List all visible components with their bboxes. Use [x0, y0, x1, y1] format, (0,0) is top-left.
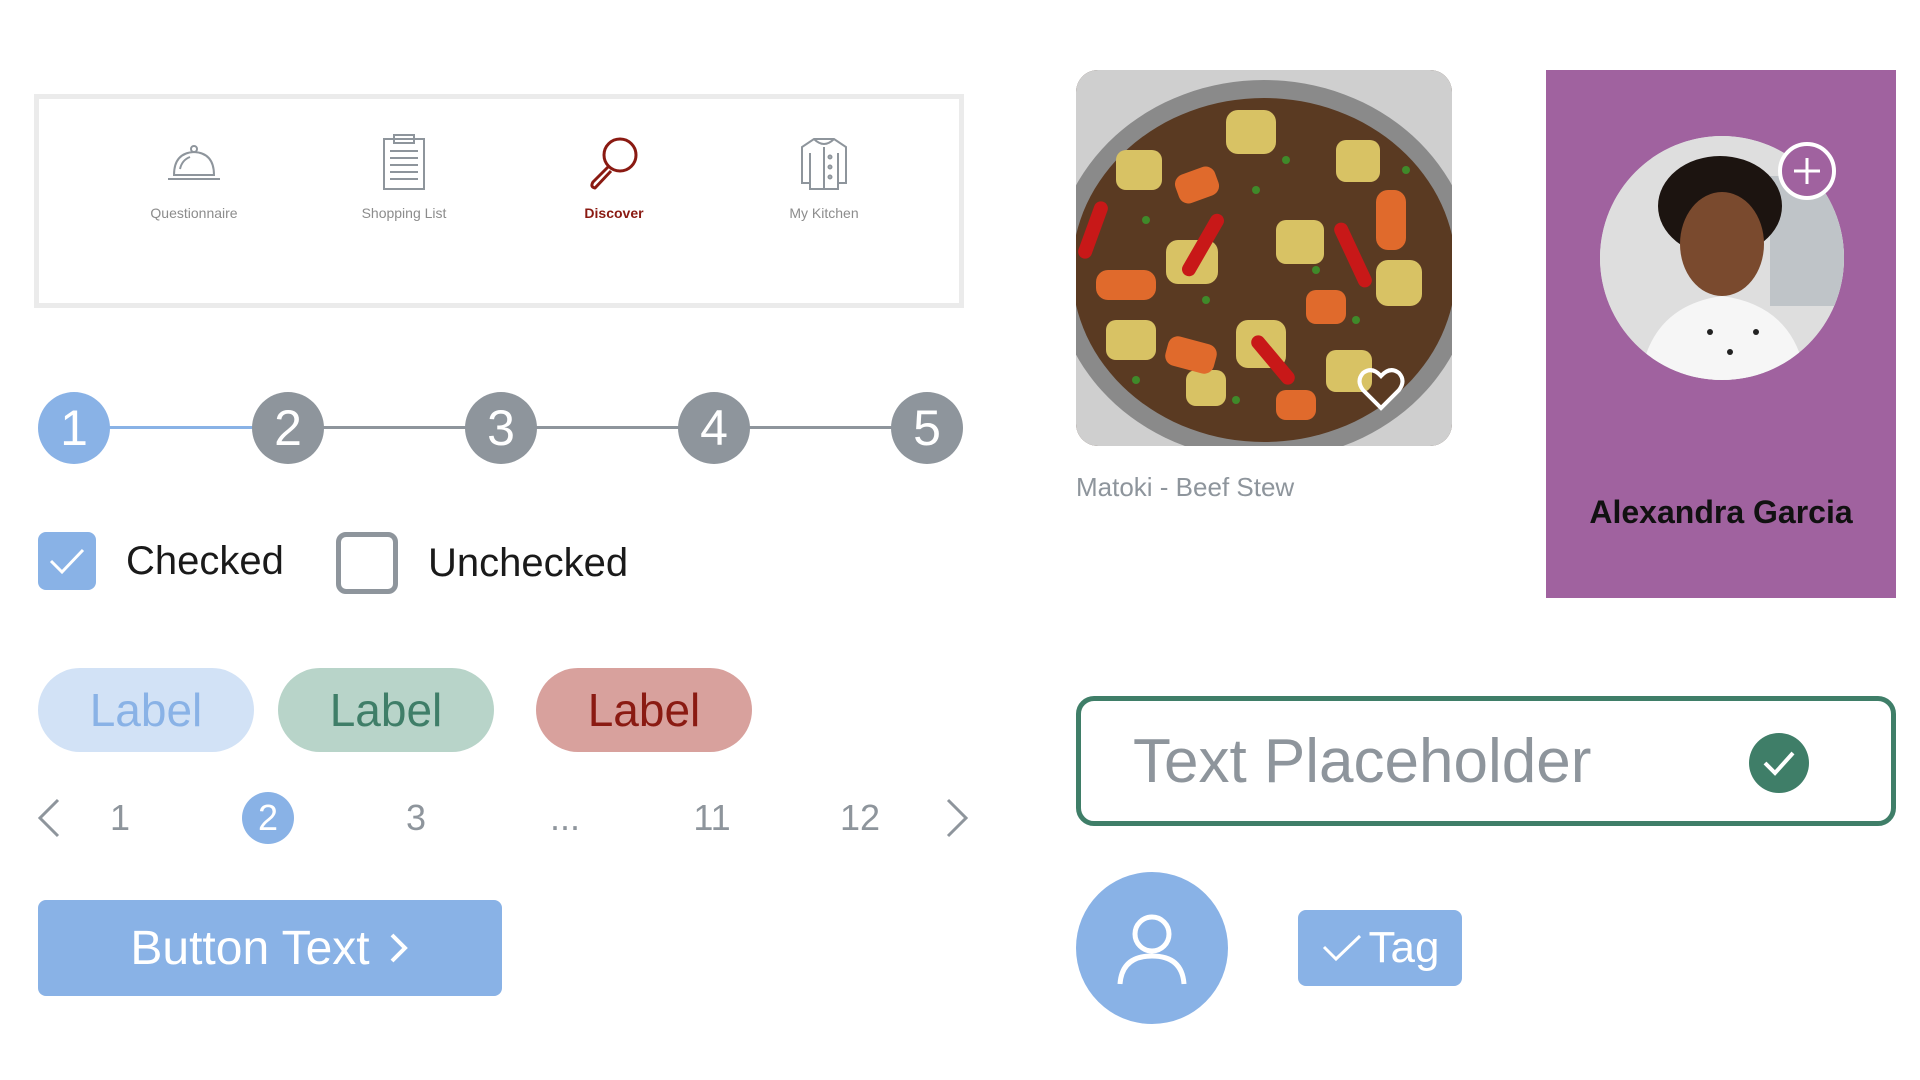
tab-label: Shopping List — [361, 205, 447, 221]
chevron-left-icon[interactable] — [30, 796, 74, 840]
label-blue: Label — [38, 668, 254, 752]
chef-coat-icon — [801, 138, 847, 190]
user-icon — [1117, 914, 1187, 985]
search-icon — [590, 137, 638, 190]
input-placeholder: Text Placeholder — [1133, 726, 1592, 796]
clipboard-icon — [383, 134, 425, 190]
add-photo-button[interactable] — [1778, 142, 1836, 200]
checkbox-checked[interactable]: Checked — [38, 532, 284, 590]
page-12[interactable]: 12 — [830, 792, 890, 844]
profile-name: Alexandra Garcia — [1589, 494, 1853, 530]
step-1[interactable]: 1 — [38, 392, 110, 464]
step-4[interactable]: 4 — [678, 392, 750, 464]
chevron-right-icon[interactable] — [932, 796, 976, 840]
valid-check-icon — [1749, 733, 1809, 793]
page-2[interactable]: 2 — [242, 792, 294, 844]
checkbox-box[interactable] — [336, 532, 398, 594]
button-label: Button Text — [130, 921, 370, 975]
checkbox-label: Unchecked — [428, 540, 629, 585]
recipe-title[interactable]: Matoki - Beef Stew — [1076, 472, 1294, 503]
stepper: 1 2 3 4 5 — [38, 392, 963, 464]
step-connector — [288, 426, 928, 429]
checkmark-icon — [1322, 934, 1361, 962]
page-ellipsis: ... — [549, 797, 580, 838]
heart-icon[interactable] — [1356, 364, 1406, 414]
checkbox-label: Checked — [126, 538, 284, 583]
tag-label: Tag — [1368, 923, 1440, 972]
tab-bar: Questionnaire Shopping List Discover My … — [34, 94, 964, 308]
plus-icon — [1794, 158, 1820, 184]
profile-card: Alexandra Garcia — [1546, 70, 1896, 598]
chevron-right-icon — [390, 933, 408, 963]
checkmark-icon — [49, 548, 85, 575]
tab-shopping-list[interactable]: Shopping List — [304, 133, 504, 221]
step-5[interactable]: 5 — [891, 392, 963, 464]
page-3[interactable]: 3 — [386, 792, 446, 844]
text-input[interactable]: Text Placeholder — [1076, 696, 1896, 826]
step-2[interactable]: 2 — [252, 392, 324, 464]
tab-label: Questionnaire — [150, 205, 238, 221]
tab-my-kitchen[interactable]: My Kitchen — [724, 133, 924, 221]
user-avatar-button[interactable] — [1076, 872, 1228, 1024]
page-11[interactable]: 11 — [682, 792, 742, 844]
cloche-icon — [168, 145, 220, 180]
tab-discover[interactable]: Discover — [514, 133, 714, 221]
page-1[interactable]: 1 — [90, 792, 150, 844]
step-3[interactable]: 3 — [465, 392, 537, 464]
label-green: Label — [278, 668, 494, 752]
tab-label: Discover — [584, 205, 644, 221]
tag-chip[interactable]: Tag — [1298, 910, 1462, 986]
checkbox-box[interactable] — [38, 532, 96, 590]
tab-label: My Kitchen — [789, 205, 859, 221]
tab-questionnaire[interactable]: Questionnaire — [94, 133, 294, 221]
label-red: Label — [536, 668, 752, 752]
primary-button[interactable]: Button Text — [38, 900, 502, 996]
checkbox-unchecked[interactable]: Unchecked — [336, 532, 628, 594]
